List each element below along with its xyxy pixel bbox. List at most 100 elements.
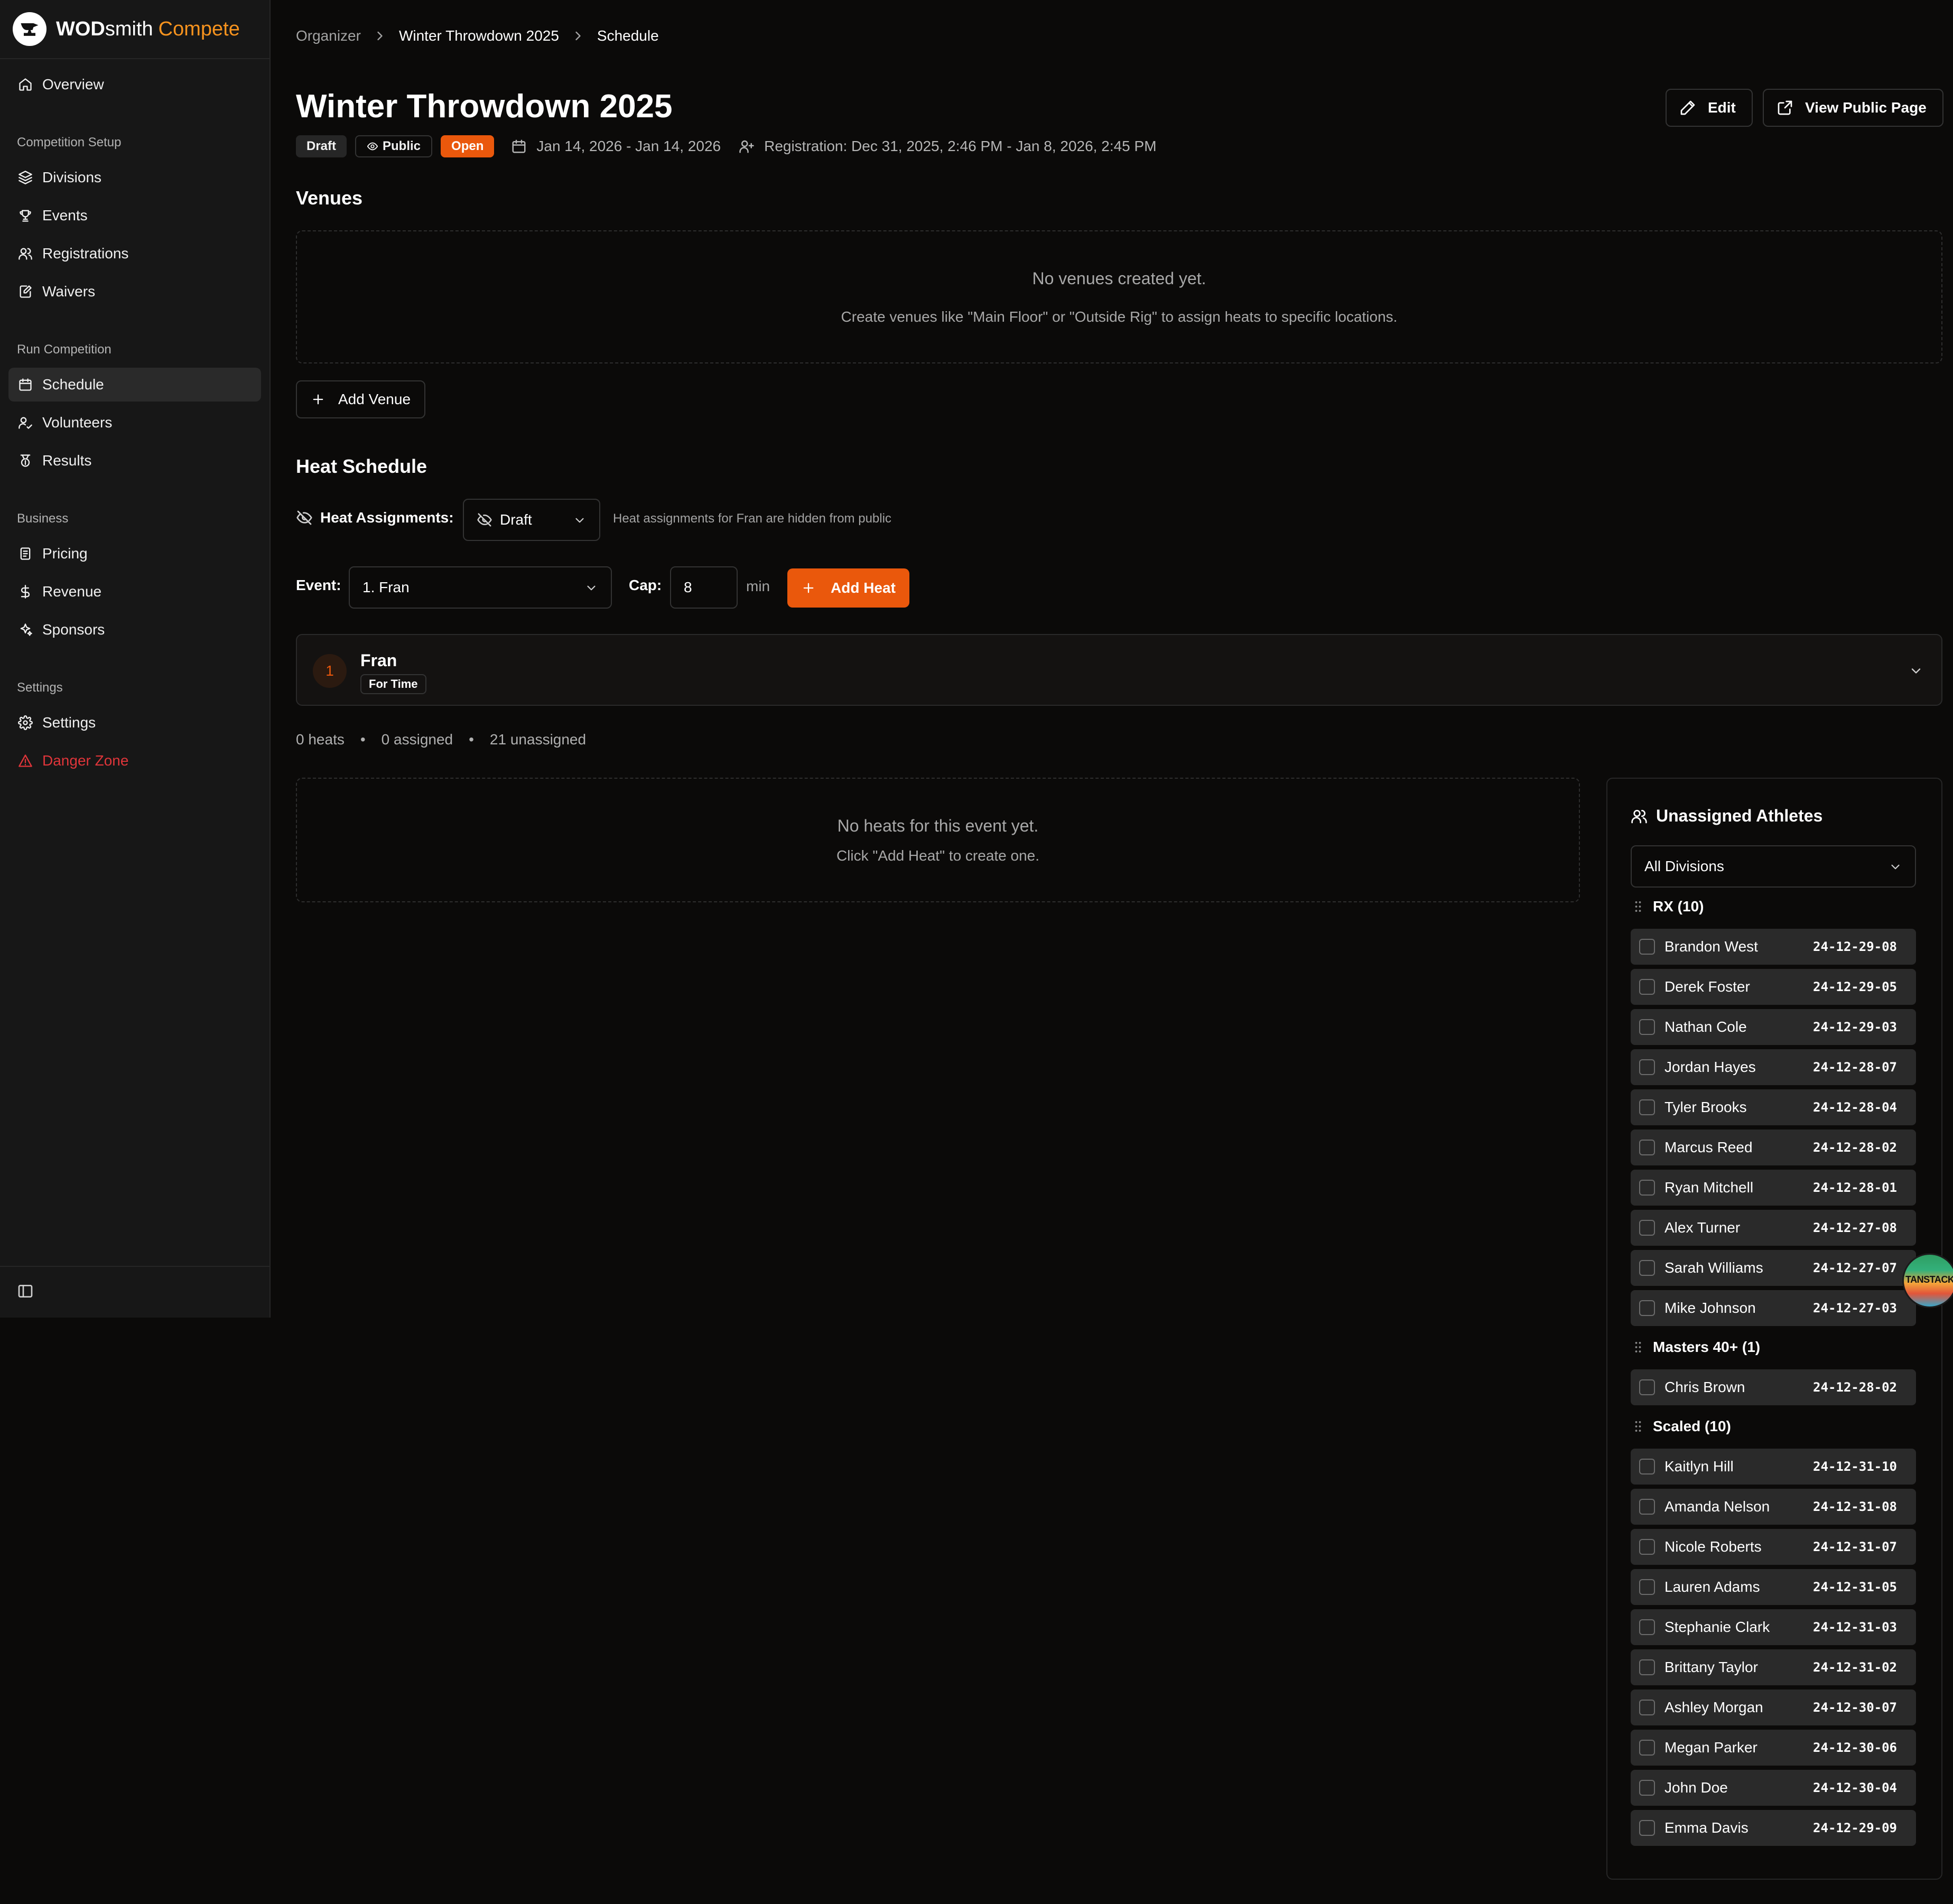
athlete-checkbox[interactable] xyxy=(1639,1220,1655,1236)
event-select[interactable]: 1. Fran xyxy=(349,566,612,609)
sidebar-item-revenue[interactable]: Revenue xyxy=(8,575,261,609)
sidebar-item-registrations[interactable]: Registrations xyxy=(8,237,261,270)
time-cap-input[interactable]: 8 xyxy=(670,566,738,609)
sidebar-item-label: Volunteers xyxy=(42,414,113,431)
chevron-down-icon[interactable] xyxy=(1909,664,1923,678)
competition-dates: Jan 14, 2026 - Jan 14, 2026 xyxy=(511,138,721,155)
tanstack-devtools-button[interactable]: TANSTACK xyxy=(1902,1253,1953,1308)
event-label: Event: xyxy=(296,577,341,593)
athlete-row[interactable]: Brandon West 24-12-29-08 xyxy=(1631,929,1916,965)
athlete-checkbox[interactable] xyxy=(1639,1180,1655,1196)
division-group-header[interactable]: Scaled (10) xyxy=(1631,1418,1731,1435)
section-label-run: Run Competition xyxy=(17,342,111,357)
athlete-registration-code: 24-12-30-04 xyxy=(1813,1780,1897,1795)
division-group-label: Scaled (10) xyxy=(1653,1418,1731,1434)
athlete-row[interactable]: Jordan Hayes 24-12-28-07 xyxy=(1631,1049,1916,1085)
athlete-checkbox[interactable] xyxy=(1639,1260,1655,1276)
event-card[interactable]: 1 Fran For Time xyxy=(296,634,1942,706)
athlete-checkbox[interactable] xyxy=(1639,939,1655,955)
add-heat-button[interactable]: Add Heat xyxy=(787,568,909,608)
chevron-down-icon xyxy=(1889,860,1902,874)
sidebar-item-schedule[interactable]: Schedule xyxy=(8,368,261,402)
edit-button[interactable]: Edit xyxy=(1666,89,1753,127)
athlete-row[interactable]: Nicole Roberts 24-12-31-07 xyxy=(1631,1529,1916,1565)
athlete-row[interactable]: Tyler Brooks 24-12-28-04 xyxy=(1631,1089,1916,1125)
sidebar-toggle-icon[interactable] xyxy=(17,1283,34,1300)
view-public-page-button[interactable]: View Public Page xyxy=(1763,89,1943,127)
athlete-row[interactable]: Sarah Williams 24-12-27-07 xyxy=(1631,1250,1916,1286)
sidebar-item-overview[interactable]: Overview xyxy=(8,68,261,101)
athlete-name: Chris Brown xyxy=(1664,1379,1745,1395)
venues-empty-title: No venues created yet. xyxy=(1032,268,1206,288)
athlete-checkbox[interactable] xyxy=(1639,1740,1655,1756)
athlete-checkbox[interactable] xyxy=(1639,1820,1655,1836)
athlete-checkbox[interactable] xyxy=(1639,1099,1655,1115)
sidebar-item-waivers[interactable]: Waivers xyxy=(8,275,261,309)
sidebar-item-results[interactable]: Results xyxy=(8,444,261,478)
drag-handle-icon[interactable] xyxy=(1631,1419,1645,1434)
athlete-row[interactable]: Ryan Mitchell 24-12-28-01 xyxy=(1631,1170,1916,1206)
athlete-row[interactable]: Derek Foster 24-12-29-05 xyxy=(1631,969,1916,1005)
eye-off-icon xyxy=(296,509,313,526)
athlete-checkbox[interactable] xyxy=(1639,979,1655,995)
add-venue-button[interactable]: Add Venue xyxy=(296,380,426,418)
brand[interactable]: WODsmith Compete xyxy=(13,12,240,46)
heats-empty-state: No heats for this event yet. Click "Add … xyxy=(296,778,1580,902)
division-filter-select[interactable]: All Divisions xyxy=(1631,845,1916,888)
athlete-checkbox[interactable] xyxy=(1639,1539,1655,1555)
athlete-name: Ryan Mitchell xyxy=(1664,1179,1754,1196)
gear-icon xyxy=(17,714,34,731)
division-group-header[interactable]: RX (10) xyxy=(1631,898,1704,915)
athlete-checkbox[interactable] xyxy=(1639,1619,1655,1635)
plus-icon xyxy=(801,581,816,595)
athlete-row[interactable]: Ashley Morgan 24-12-30-07 xyxy=(1631,1690,1916,1725)
athlete-row[interactable]: Lauren Adams 24-12-31-05 xyxy=(1631,1569,1916,1605)
breadcrumb-organizer[interactable]: Organizer xyxy=(296,27,361,44)
athlete-row[interactable]: Amanda Nelson 24-12-31-08 xyxy=(1631,1489,1916,1525)
division-group-header[interactable]: Masters 40+ (1) xyxy=(1631,1339,1760,1356)
athlete-row[interactable]: Nathan Cole 24-12-29-03 xyxy=(1631,1009,1916,1045)
tanstack-label: TANSTACK xyxy=(1905,1274,1953,1285)
athlete-row[interactable]: Mike Johnson 24-12-27-03 xyxy=(1631,1290,1916,1326)
athlete-row[interactable]: John Doe 24-12-30-04 xyxy=(1631,1770,1916,1806)
breadcrumb-competition[interactable]: Winter Throwdown 2025 xyxy=(399,27,559,44)
sidebar-item-divisions[interactable]: Divisions xyxy=(8,161,261,194)
athlete-checkbox[interactable] xyxy=(1639,1059,1655,1075)
sidebar-item-pricing[interactable]: Pricing xyxy=(8,537,261,571)
athlete-checkbox[interactable] xyxy=(1639,1659,1655,1675)
calendar-icon xyxy=(17,376,34,393)
athlete-row[interactable]: Emma Davis 24-12-29-09 xyxy=(1631,1810,1916,1846)
athlete-row[interactable]: Stephanie Clark 24-12-31-03 xyxy=(1631,1609,1916,1645)
sidebar-item-events[interactable]: Events xyxy=(8,199,261,232)
sidebar-item-sponsors[interactable]: Sponsors xyxy=(8,613,261,647)
athlete-checkbox[interactable] xyxy=(1639,1019,1655,1035)
breadcrumb: Organizer Winter Throwdown 2025 Schedule xyxy=(296,25,659,46)
athlete-checkbox[interactable] xyxy=(1639,1700,1655,1715)
sidebar-item-settings[interactable]: Settings xyxy=(8,706,261,740)
athlete-checkbox[interactable] xyxy=(1639,1300,1655,1316)
athlete-name: Nathan Cole xyxy=(1664,1019,1747,1035)
athlete-row[interactable]: Alex Turner 24-12-27-08 xyxy=(1631,1210,1916,1246)
athlete-checkbox[interactable] xyxy=(1639,1499,1655,1515)
drag-handle-icon[interactable] xyxy=(1631,1340,1645,1355)
brand-name-bold: WOD xyxy=(56,17,105,40)
drag-handle-icon[interactable] xyxy=(1631,899,1645,914)
athlete-row[interactable]: Megan Parker 24-12-30-06 xyxy=(1631,1730,1916,1766)
athlete-registration-code: 24-12-31-08 xyxy=(1813,1499,1897,1514)
sidebar: WODsmith Compete Overview Competition Set… xyxy=(0,0,271,1318)
sidebar-item-volunteers[interactable]: Volunteers xyxy=(8,406,261,440)
athlete-row[interactable]: Kaitlyn Hill 24-12-31-10 xyxy=(1631,1449,1916,1485)
athlete-row[interactable]: Brittany Taylor 24-12-31-02 xyxy=(1631,1649,1916,1685)
athlete-checkbox[interactable] xyxy=(1639,1780,1655,1796)
athlete-row[interactable]: Chris Brown 24-12-28-02 xyxy=(1631,1369,1916,1405)
sidebar-item-label: Danger Zone xyxy=(42,752,129,769)
athlete-checkbox[interactable] xyxy=(1639,1140,1655,1155)
athlete-checkbox[interactable] xyxy=(1639,1459,1655,1474)
sidebar-item-label: Events xyxy=(42,207,88,223)
athlete-checkbox[interactable] xyxy=(1639,1379,1655,1395)
athlete-checkbox[interactable] xyxy=(1639,1579,1655,1595)
athlete-row[interactable]: Marcus Reed 24-12-28-02 xyxy=(1631,1130,1916,1165)
heat-assignments-select[interactable]: Draft xyxy=(463,499,600,541)
sidebar-item-danger-zone[interactable]: Danger Zone xyxy=(8,744,261,778)
sidebar-item-label: Sponsors xyxy=(42,621,105,638)
